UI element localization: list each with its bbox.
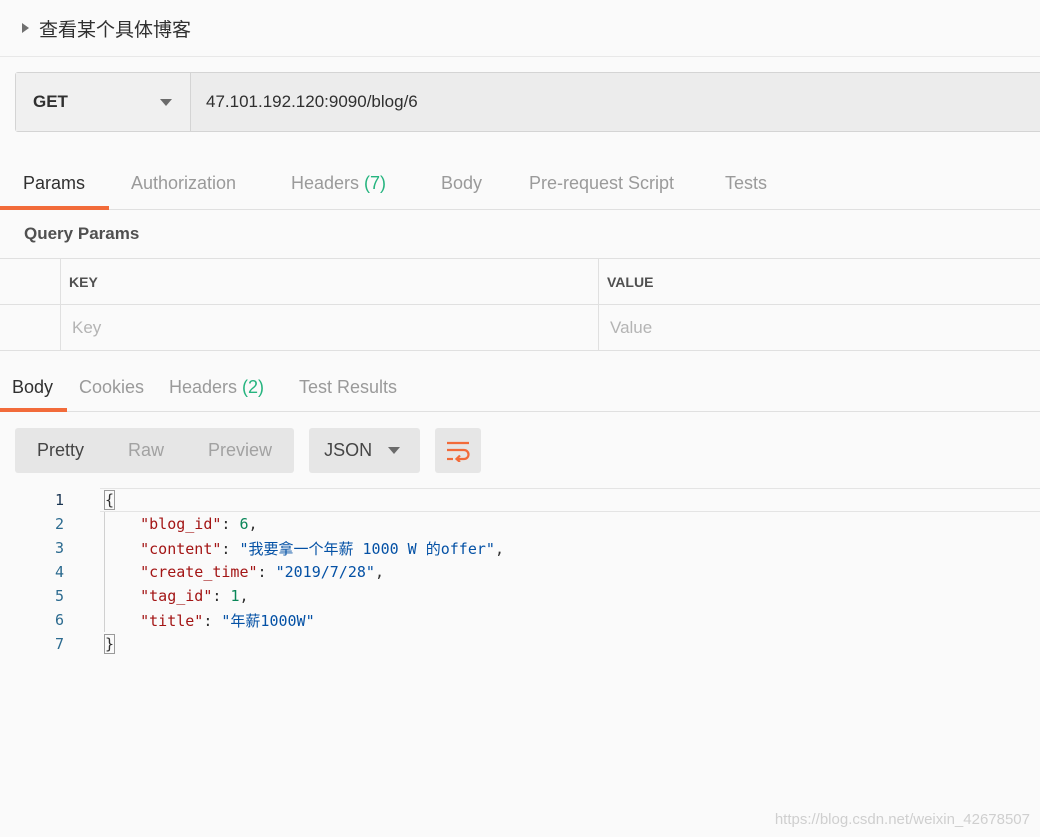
value-column-header: VALUE <box>607 274 654 290</box>
json-value: "年薪1000W" <box>221 611 315 630</box>
line-number: 4 <box>54 563 64 581</box>
json-key: "title" <box>140 611 204 630</box>
tab-response-headers[interactable]: Headers (2) <box>169 363 264 411</box>
pretty-button[interactable]: Pretty <box>15 440 106 461</box>
active-line-highlight <box>100 488 1040 512</box>
code-line: 3 "content": "我要拿一个年薪 1000 W 的offer", <box>0 536 504 560</box>
line-number: 5 <box>54 587 64 605</box>
code-line: 2 "blog_id": 6, <box>0 512 258 536</box>
response-body-editor[interactable]: 1 { 2 "blog_id": 6, 3 "content": "我要拿一个年… <box>0 488 1040 658</box>
tab-params[interactable]: Params <box>23 158 85 209</box>
method-select[interactable]: GET <box>16 73 191 131</box>
tab-label: Test Results <box>299 376 398 397</box>
table-row: Key Value <box>0 305 1040 351</box>
headers-count-badge: (7) <box>364 173 387 193</box>
value-input[interactable]: Value <box>610 305 1030 351</box>
url-value: 47.101.192.120:9090/blog/6 <box>206 92 418 111</box>
line-number: 7 <box>54 635 64 653</box>
format-select[interactable]: JSON <box>309 428 421 473</box>
json-comma: , <box>374 563 384 581</box>
tab-authorization[interactable]: Authorization <box>131 158 236 209</box>
code-line: 5 "tag_id": 1, <box>0 584 249 608</box>
format-label: JSON <box>324 440 373 460</box>
key-input[interactable]: Key <box>72 305 592 351</box>
tab-tests[interactable]: Tests <box>725 158 767 209</box>
tab-label: Pre-request Script <box>529 173 675 193</box>
tab-label: Params <box>23 173 86 193</box>
column-divider <box>598 259 599 351</box>
active-tab-indicator <box>0 408 67 412</box>
url-input[interactable]: 47.101.192.120:9090/blog/6 <box>191 73 1040 131</box>
json-key: "create_time" <box>140 563 258 581</box>
response-tabs: Body Cookies Headers (2) Test Results <box>0 363 1040 412</box>
tab-body[interactable]: Body <box>441 158 482 209</box>
tab-label: Authorization <box>131 173 237 193</box>
json-key: "tag_id" <box>140 587 213 605</box>
code-line: 7 } <box>0 632 116 656</box>
json-comma: , <box>494 539 504 558</box>
headers-count-badge: (2) <box>242 376 265 397</box>
tab-cookies[interactable]: Cookies <box>79 363 144 411</box>
tab-label: Headers <box>169 376 238 397</box>
tab-prerequest-script[interactable]: Pre-request Script <box>529 158 674 209</box>
method-label: GET <box>33 92 68 111</box>
tab-label: Headers <box>291 173 360 193</box>
line-number: 1 <box>54 491 64 509</box>
json-comma: , <box>239 587 249 605</box>
json-key: "blog_id" <box>140 515 222 533</box>
code-line: 4 "create_time": "2019/7/28", <box>0 560 384 584</box>
open-brace: { <box>104 490 116 510</box>
table-header-row: KEY VALUE <box>0 259 1040 305</box>
close-brace: } <box>104 634 116 654</box>
key-column-header: KEY <box>69 274 98 290</box>
line-number: 3 <box>54 539 64 557</box>
request-tabs: Params Authorization Headers (7) Body Pr… <box>0 158 1040 210</box>
tab-label: Tests <box>725 173 768 193</box>
request-title: 查看某个具体博客 <box>39 18 192 41</box>
line-number: 6 <box>54 611 64 629</box>
query-params-table: KEY VALUE Key Value <box>0 258 1040 351</box>
request-title-bar[interactable]: 查看某个具体博客 <box>0 0 1040 57</box>
json-comma: , <box>248 515 258 533</box>
watermark: https://blog.csdn.net/weixin_42678507 <box>774 811 1030 828</box>
query-params-title: Query Params <box>24 224 140 243</box>
active-tab-indicator <box>0 206 109 210</box>
raw-button[interactable]: Raw <box>106 440 186 461</box>
tab-label: Cookies <box>79 376 145 397</box>
tab-label: Body <box>12 376 54 397</box>
code-line: 6 "title": "年薪1000W" <box>0 608 315 632</box>
chevron-down-icon <box>160 98 172 106</box>
tab-test-results[interactable]: Test Results <box>299 363 397 411</box>
tab-response-body[interactable]: Body <box>12 363 53 411</box>
wrap-lines-icon <box>447 441 470 462</box>
preview-button[interactable]: Preview <box>186 440 294 461</box>
json-value: 6 <box>239 515 249 533</box>
json-key: "content" <box>140 539 222 558</box>
wrap-lines-button[interactable] <box>435 428 482 473</box>
code-line: 1 { <box>0 488 116 512</box>
request-url-bar: GET 47.101.192.120:9090/blog/6 <box>15 72 1040 132</box>
json-value: "2019/7/28" <box>275 563 375 581</box>
caret-right-icon[interactable] <box>22 23 29 33</box>
chevron-down-icon <box>388 447 401 454</box>
view-mode-group: Pretty Raw Preview <box>15 428 295 473</box>
column-divider <box>60 259 61 351</box>
tab-headers[interactable]: Headers (7) <box>291 158 386 209</box>
tab-label: Body <box>441 173 483 193</box>
line-number: 2 <box>54 515 64 533</box>
json-value: "我要拿一个年薪 1000 W 的offer" <box>239 539 495 558</box>
response-toolbar: Pretty Raw Preview JSON <box>15 428 482 473</box>
